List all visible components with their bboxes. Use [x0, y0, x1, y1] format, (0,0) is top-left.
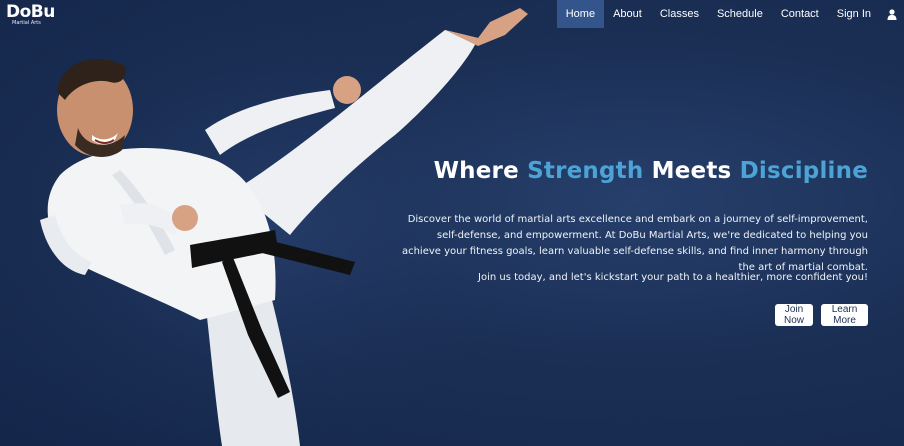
hero-section: DoBu Martial Arts Home About Classes Sch… — [0, 0, 904, 446]
hero-headline: Where Strength Meets Discipline — [434, 158, 868, 184]
hero-buttons: Join Now Learn More — [775, 304, 868, 326]
nav-schedule[interactable]: Schedule — [708, 0, 772, 28]
main-nav: Home About Classes Schedule Contact Sign… — [556, 0, 904, 28]
headline-discipline: Discipline — [739, 158, 868, 184]
user-icon-graphic — [887, 8, 897, 20]
nav-about[interactable]: About — [604, 0, 651, 28]
nav-home[interactable]: Home — [556, 0, 605, 28]
nav-sign-in[interactable]: Sign In — [828, 0, 880, 28]
nav-contact[interactable]: Contact — [772, 0, 828, 28]
hero-paragraph-intro: Discover the world of martial arts excel… — [401, 214, 868, 273]
headline-meets: Meets — [643, 158, 740, 184]
hero-paragraph-join: Join us today, and let's kickstart your … — [478, 272, 868, 283]
join-now-button[interactable]: Join Now — [775, 304, 813, 326]
headline-strength: Strength — [527, 158, 644, 184]
headline-where: Where — [433, 158, 528, 184]
user-icon[interactable] — [880, 0, 904, 28]
learn-more-button[interactable]: Learn More — [821, 304, 868, 326]
nav-classes[interactable]: Classes — [651, 0, 708, 28]
